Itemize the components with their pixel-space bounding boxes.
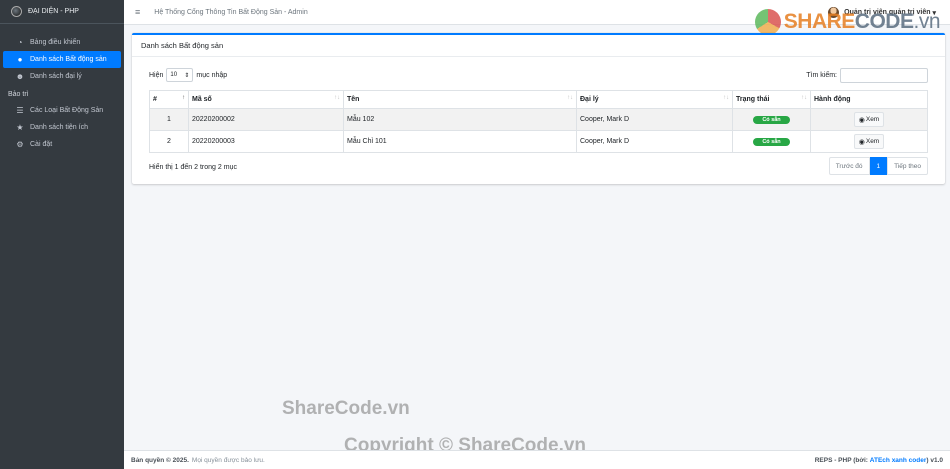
cogs-icon: ⚙ — [16, 140, 24, 149]
footer-version: ) v1.0 — [926, 456, 943, 464]
column-header-code[interactable]: Mã số ↑↓ — [188, 90, 344, 109]
select-arrows-icon: ⇕ — [184, 72, 190, 79]
cell-index: 1 — [149, 108, 189, 131]
pagination-prev[interactable]: Trước đó — [828, 157, 870, 175]
table-toolbar: Hiện 10 ⇕ mục nhập Tìm kiếm: — [149, 67, 928, 83]
table-header-row: # ↑ Mã số ↑↓ Tên ↑↓ Đại lý ↑↓ Trạng thái ↑↓ H… — [149, 90, 928, 109]
cell-action: ◉ Xem — [810, 108, 928, 131]
search-label: Tìm kiếm: — [806, 71, 837, 79]
eye-icon: ◉ — [858, 116, 865, 124]
sidebar-section-header: Bảo trì — [8, 91, 29, 98]
cell-code: 20220200002 — [188, 108, 344, 131]
cell-name: Mẫu 102 — [343, 108, 577, 131]
sidebar-item-label: Cài đặt — [30, 141, 53, 148]
sidebar-item-agent-list[interactable]: ☻ Danh sách đại lý — [3, 68, 121, 85]
sidebar-item-label: Bảng điều khiển — [30, 39, 81, 46]
footer: Bản quyền © 2025. Mọi quyền được bảo lưu… — [124, 450, 950, 469]
sidebar-item-property-list[interactable]: ● Danh sách Bất động sản — [3, 51, 121, 68]
hamburger-menu-icon[interactable]: ≡ — [135, 7, 140, 17]
cell-name: Mẫu Chỉ 101 — [343, 130, 577, 153]
users-icon: ☻ — [15, 72, 25, 81]
footer-right: REPS - PHP (bởi: ATEch xanh coder) v1.0 — [815, 457, 943, 464]
dashboard-icon: ◔ — [17, 38, 23, 47]
watermark-text: ShareCode.vn — [282, 398, 410, 419]
length-prefix: Hiện — [149, 71, 164, 79]
pagination: Trước đó 1 Tiếp theo — [828, 157, 928, 175]
cell-action: ◉ Xem — [810, 130, 928, 153]
cell-agent: Cooper, Mark D — [576, 108, 733, 131]
sort-icon: ↑ — [182, 95, 185, 101]
table-info: Hiển thị 1 đến 2 trong 2 mục — [149, 164, 237, 171]
sidebar-item-property-types[interactable]: ☰ Các Loại Bất Động Sản — [3, 102, 121, 119]
cell-agent: Cooper, Mark D — [576, 130, 733, 153]
column-header-agent[interactable]: Đại lý ↑↓ — [576, 90, 733, 109]
sidebar: ĐẠI DIỆN - PHP ◔ Bảng điều khiển ● Danh … — [0, 0, 124, 469]
card-title: Danh sách Bất động sản — [132, 35, 945, 57]
search-wrap: Tìm kiếm: — [806, 67, 928, 83]
eye-icon: ◉ — [858, 138, 865, 146]
footer-app-name: REPS - PHP (bởi: — [814, 456, 868, 464]
map-marker-icon: ● — [17, 55, 23, 64]
table-row: 2 20220200003 Mẫu Chỉ 101 Cooper, Mark D… — [149, 130, 928, 153]
page-length-select[interactable]: 10 ⇕ — [166, 68, 194, 82]
length-suffix: mục nhập — [196, 71, 228, 79]
footer-copyright-bold: Bản quyền © 2025. — [131, 456, 189, 464]
pagination-page-1[interactable]: 1 — [869, 157, 888, 175]
column-header-status[interactable]: Trạng thái ↑↓ — [732, 90, 811, 109]
sidebar-nav: ◔ Bảng điều khiển ● Danh sách Bất động s… — [0, 24, 124, 153]
sharecode-logo-icon — [754, 9, 781, 35]
sharecode-logo-text: SHARECODE.vn — [783, 10, 941, 33]
cell-index: 2 — [149, 130, 189, 153]
sidebar-item-label: Các Loại Bất Động Sản — [30, 107, 104, 114]
footer-copyright-text: Mọi quyền được bảo lưu. — [191, 456, 265, 464]
page-length-value: 10 — [170, 72, 178, 78]
brand-link[interactable]: ĐẠI DIỆN - PHP — [0, 0, 124, 24]
sharecode-watermark-logo: SHARECODE.vn — [754, 9, 941, 35]
sort-icon: ↑↓ — [801, 95, 807, 101]
sidebar-item-dashboard[interactable]: ◔ Bảng điều khiển — [3, 34, 121, 51]
cell-status: Có sẵn — [732, 130, 811, 153]
sort-icon: ↑↓ — [334, 95, 340, 101]
cell-status: Có sẵn — [732, 108, 811, 131]
status-badge: Có sẵn — [753, 115, 790, 124]
table-row: 1 20220200002 Mẫu 102 Cooper, Mark D Có … — [149, 108, 928, 131]
sort-icon: ↑↓ — [723, 95, 729, 101]
footer-author-link[interactable]: ATEch xanh coder — [870, 457, 927, 464]
view-button[interactable]: ◉ Xem — [853, 112, 885, 127]
column-header-name[interactable]: Tên ↑↓ — [343, 90, 577, 109]
cell-code: 20220200003 — [188, 130, 344, 153]
view-button[interactable]: ◉ Xem — [853, 134, 885, 149]
list-icon: ☰ — [16, 106, 24, 115]
column-header-index[interactable]: # ↑ — [149, 90, 189, 109]
property-table: # ↑ Mã số ↑↓ Tên ↑↓ Đại lý ↑↓ Trạng thái ↑↓ H… — [149, 90, 928, 153]
sidebar-item-label: Danh sách tiện ích — [30, 124, 88, 131]
sidebar-item-amenities[interactable]: ★ Danh sách tiện ích — [3, 119, 121, 136]
column-header-action: Hành động — [810, 90, 928, 109]
sort-icon: ↑↓ — [567, 95, 573, 101]
sidebar-item-label: Danh sách đại lý — [30, 73, 82, 80]
star-icon: ★ — [16, 123, 24, 132]
pagination-next[interactable]: Tiếp theo — [887, 157, 928, 175]
system-title: Hệ Thống Cổng Thông Tin Bất Động Sản - A… — [154, 8, 308, 16]
sidebar-item-settings[interactable]: ⚙ Cài đặt — [3, 136, 121, 153]
brand-logo — [11, 6, 22, 17]
status-badge: Có sẵn — [753, 137, 790, 146]
property-list-card: Danh sách Bất động sản Hiện 10 ⇕ mục nhậ… — [132, 33, 945, 184]
search-input[interactable] — [840, 67, 928, 83]
sidebar-item-label: Danh sách Bất động sản — [30, 56, 107, 63]
brand-name: ĐẠI DIỆN - PHP — [28, 8, 79, 15]
